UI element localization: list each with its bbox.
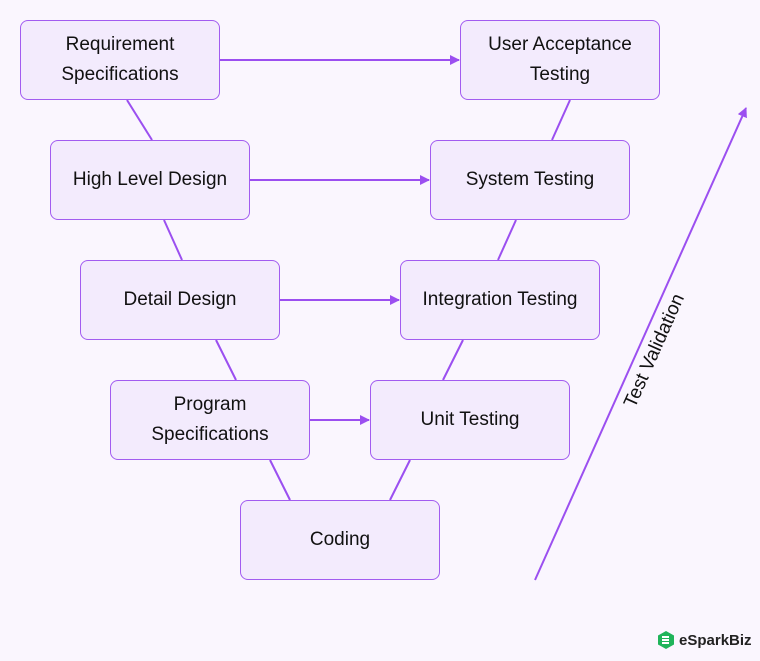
v-line-left-3 xyxy=(215,339,237,381)
esparkbiz-logo-icon xyxy=(658,631,674,649)
v-line-right-1 xyxy=(389,459,411,501)
logo: eSparkBiz xyxy=(657,630,752,650)
v-line-left-2 xyxy=(163,219,183,261)
box-requirement-specifications: Requirement Specifications xyxy=(20,20,220,100)
logo-text: eSparkBiz xyxy=(679,631,752,649)
v-line-right-2 xyxy=(442,339,464,381)
box-user-acceptance-testing: User Acceptance Testing xyxy=(460,20,660,100)
v-line-right-3 xyxy=(497,219,517,261)
box-system-testing: System Testing xyxy=(430,140,630,220)
box-unit-testing: Unit Testing xyxy=(370,380,570,460)
box-integration-testing: Integration Testing xyxy=(400,260,600,340)
box-detail-design: Detail Design xyxy=(80,260,280,340)
v-line-left-4 xyxy=(269,459,291,501)
box-coding: Coding xyxy=(240,500,440,580)
v-line-right-4 xyxy=(551,99,571,141)
box-high-level-design: High Level Design xyxy=(50,140,250,220)
v-line-left-1 xyxy=(126,99,153,141)
box-program-specifications: Program Specifications xyxy=(110,380,310,460)
